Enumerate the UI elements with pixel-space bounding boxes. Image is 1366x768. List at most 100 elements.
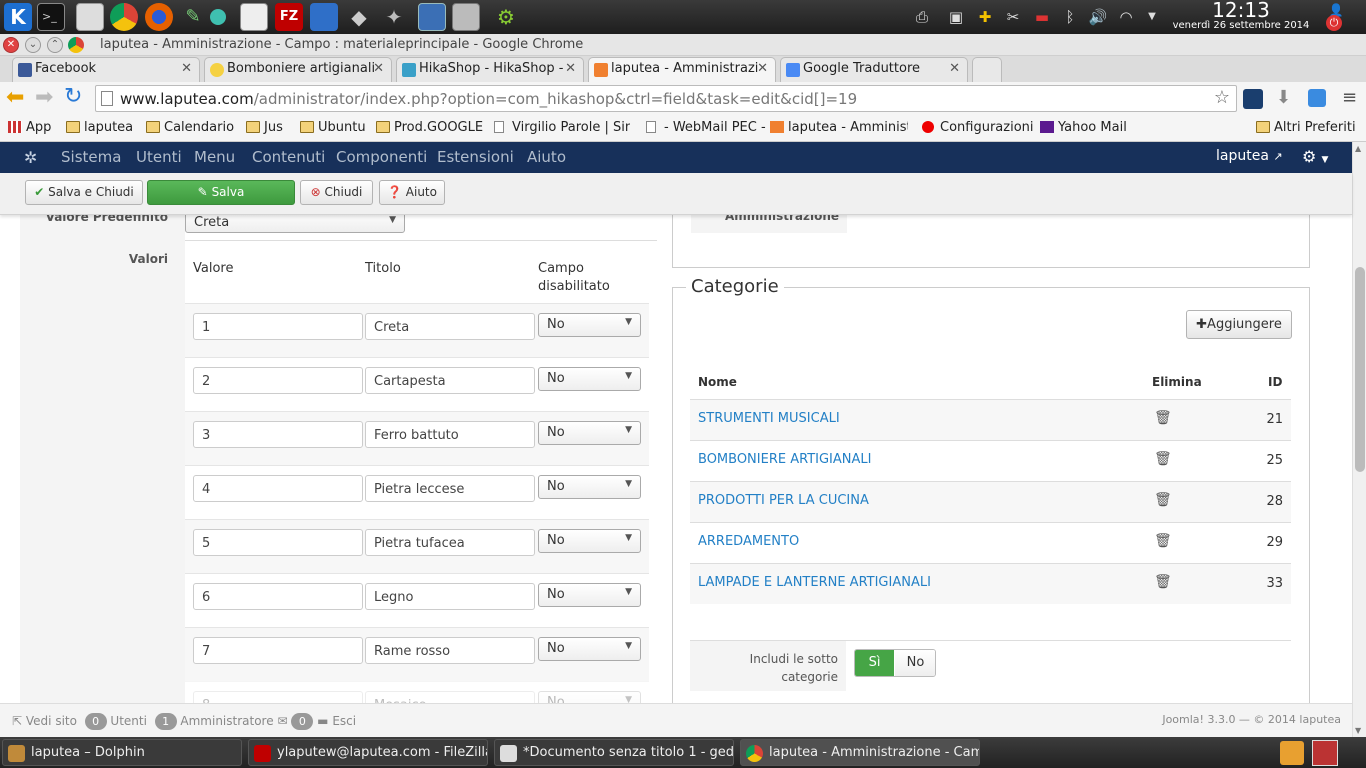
value-input[interactable]: 5 (193, 529, 363, 556)
logout-link[interactable]: Esci (332, 714, 356, 728)
kde-icon[interactable]: K (4, 3, 32, 31)
close-window-icon[interactable]: ✕ (3, 37, 19, 53)
new-tab-button[interactable] (972, 57, 1002, 82)
task-dolphin[interactable]: laputea – Dolphin (2, 739, 242, 766)
disabled-select[interactable]: No ▼ (538, 367, 641, 391)
address-bar[interactable]: www.laputea.com/administrator/index.php?… (95, 85, 1237, 112)
value-input[interactable]: 3 (193, 421, 363, 448)
search-window-icon[interactable] (310, 3, 338, 31)
close-tab-icon[interactable]: ✕ (373, 61, 384, 76)
users-link[interactable]: Utenti (110, 714, 147, 728)
bookmark-ubuntu[interactable]: Ubuntu (300, 120, 366, 135)
disabled-select[interactable]: No ▼ (538, 475, 641, 499)
title-input[interactable]: Creta (365, 313, 535, 340)
title-input[interactable]: Rame rosso (365, 637, 535, 664)
disabled-select[interactable]: No ▼ (538, 637, 641, 661)
tab-laputea-admin[interactable]: laputea - Amministrazi ✕ (588, 57, 776, 82)
tab-facebook[interactable]: Facebook ✕ (12, 57, 200, 82)
value-input[interactable]: 8 (193, 691, 363, 703)
save-close-button[interactable]: ✔ Salva e Chiudi (25, 180, 143, 205)
save-button[interactable]: ✎ Salva (147, 180, 295, 205)
bookmark-star-icon[interactable]: ☆ (1214, 87, 1230, 108)
title-input[interactable]: Cartapesta (365, 367, 535, 394)
value-input[interactable]: 2 (193, 367, 363, 394)
menu-aiuto[interactable]: Aiuto (527, 148, 566, 166)
bookmark-prod-google[interactable]: Prod.GOOGLE (376, 120, 483, 135)
pen-icon[interactable]: ✎ (183, 3, 203, 31)
scanner-icon[interactable] (452, 3, 480, 31)
site-user-link[interactable]: laputea ↗ (1216, 148, 1283, 164)
disabled-select[interactable]: No ▼ (538, 583, 641, 607)
value-input[interactable]: 4 (193, 475, 363, 502)
disabled-select[interactable]: No ▼ (538, 691, 641, 703)
view-site-link[interactable]: ⇱ Vedi sito (12, 714, 77, 728)
bookmark-laputea[interactable]: laputea (66, 120, 133, 135)
inkscape-icon[interactable]: ◆ (345, 3, 373, 31)
scroll-down-icon[interactable]: ▼ (1355, 726, 1361, 735)
trash-icon[interactable]: 🗑 (1154, 492, 1172, 508)
close-tab-icon[interactable]: ✕ (757, 61, 768, 76)
gimp-icon[interactable]: ✦ (380, 3, 408, 31)
wifi-icon[interactable]: ◠ (1116, 7, 1136, 27)
trash-icon[interactable]: 🗑 (1154, 451, 1172, 467)
monitor-icon[interactable]: ▬ (1032, 7, 1052, 27)
chrome-menu-icon[interactable]: ≡ (1342, 87, 1357, 108)
tab-bomboniere[interactable]: Bomboniere artigianali ✕ (204, 57, 392, 82)
calculator-icon[interactable] (418, 3, 446, 31)
include-sub-toggle[interactable]: Sì No (854, 649, 936, 677)
menu-componenti[interactable]: Componenti (336, 148, 427, 166)
value-input[interactable]: 6 (193, 583, 363, 610)
scrollbar-thumb[interactable] (1355, 267, 1365, 472)
menu-estensioni[interactable]: Estensioni (437, 148, 514, 166)
trash-icon[interactable]: 🗑 (1154, 574, 1172, 590)
title-input[interactable]: Pietra tufacea (365, 529, 535, 556)
trash-icon[interactable]: 🗑 (1154, 410, 1172, 426)
trash-icon[interactable]: 🗑 (1154, 533, 1172, 549)
chrome-icon[interactable] (110, 3, 138, 31)
settings-icon[interactable]: ⚙ (492, 3, 520, 31)
reload-icon[interactable]: ↻ (64, 85, 82, 109)
back-icon[interactable]: ⬅ (6, 86, 24, 110)
category-link[interactable]: ARREDAMENTO (698, 534, 799, 549)
extension-gauge-icon[interactable] (1243, 89, 1263, 109)
tab-hikashop[interactable]: HikaShop - HikaShop - ✕ (396, 57, 584, 82)
bluetooth-icon[interactable]: ᛒ (1060, 7, 1080, 27)
dot-icon[interactable] (210, 9, 226, 25)
settings-gear-icon[interactable]: ⚙ ▼ (1302, 147, 1328, 166)
yes-option[interactable]: Sì (855, 650, 894, 676)
close-button[interactable]: ⊗ Chiudi (300, 180, 373, 205)
bookmark-yahoo-mail[interactable]: Yahoo Mail (1040, 120, 1127, 135)
menu-menu[interactable]: Menu (194, 148, 235, 166)
bookmark-app[interactable]: App (8, 120, 51, 135)
minimize-window-icon[interactable]: ⌄ (25, 37, 41, 53)
download-icon[interactable]: ⬇ (1276, 87, 1291, 108)
close-tab-icon[interactable]: ✕ (565, 61, 576, 76)
category-link[interactable]: PRODOTTI PER LA CUCINA (698, 493, 869, 508)
power-icon[interactable]: ⏻ (1326, 15, 1342, 31)
title-input[interactable]: Legno (365, 583, 535, 610)
disabled-select[interactable]: No ▼ (538, 421, 641, 445)
filezilla-icon[interactable]: FZ (275, 3, 303, 31)
no-option[interactable]: No (895, 650, 935, 676)
extension-icon[interactable] (1308, 89, 1326, 107)
maximize-window-icon[interactable]: ⌃ (47, 37, 63, 53)
menu-utenti[interactable]: Utenti (136, 148, 182, 166)
bookmark-virgilio[interactable]: Virgilio Parole | Sin (494, 120, 630, 135)
trash-bin-icon[interactable] (1280, 741, 1304, 765)
admin-link[interactable]: Amministratore (180, 714, 273, 728)
disabled-select[interactable]: No ▼ (538, 313, 641, 337)
title-input[interactable]: Mosaico (365, 691, 535, 703)
bookmark-calendario[interactable]: Calendario (146, 120, 234, 135)
title-input[interactable]: Ferro battuto (365, 421, 535, 448)
text-editor-icon[interactable] (76, 3, 104, 31)
close-tab-icon[interactable]: ✕ (949, 61, 960, 76)
menu-sistema[interactable]: Sistema (61, 148, 121, 166)
category-link[interactable]: BOMBONIERE ARTIGIANALI (698, 452, 871, 467)
value-input[interactable]: 1 (193, 313, 363, 340)
clock[interactable]: 12:13 venerdì 26 settembre 2014 (1156, 0, 1326, 32)
category-link[interactable]: LAMPADE E LANTERNE ARTIGIANALI (698, 575, 931, 590)
category-link[interactable]: STRUMENTI MUSICALI (698, 411, 840, 426)
task-gedit[interactable]: *Documento senza titolo 1 - gedit (494, 739, 734, 766)
window-icon[interactable]: ▣ (946, 7, 966, 27)
help-button[interactable]: ❓ Aiuto (379, 180, 445, 205)
